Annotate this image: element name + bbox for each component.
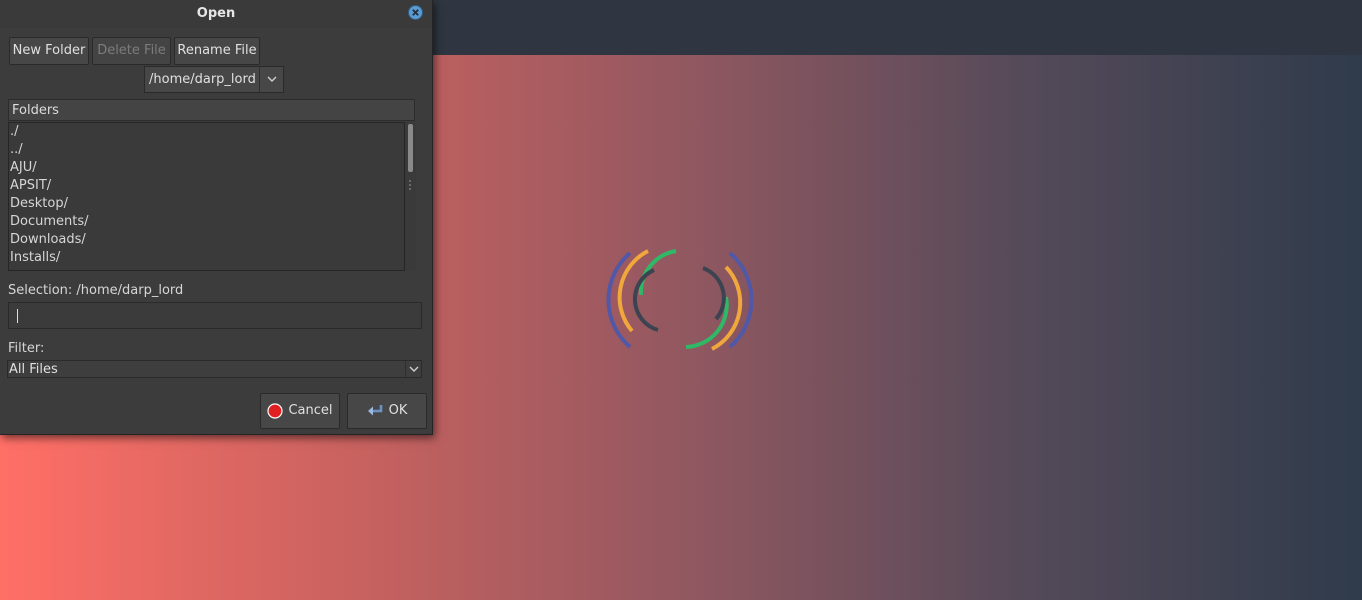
resize-grip-icon[interactable]: [409, 180, 412, 194]
spinner-arc-dark-left: [632, 268, 659, 332]
delete-file-button[interactable]: Delete File: [92, 37, 171, 65]
scrollbar-thumb[interactable]: [408, 124, 413, 172]
list-item[interactable]: Documents/: [9, 213, 404, 231]
list-item[interactable]: AJU/: [9, 159, 404, 177]
loading-spinner-icon: [606, 249, 754, 351]
path-value: /home/darp_lord: [149, 72, 256, 87]
folders-header-label: Folders: [12, 103, 59, 118]
list-item[interactable]: Downloads/: [9, 231, 404, 249]
stop-icon: [267, 403, 284, 419]
dialog-title: Open: [196, 6, 236, 21]
delete-file-label: Delete File: [97, 43, 166, 58]
text-caret: [17, 309, 18, 323]
selection-input[interactable]: [8, 302, 422, 329]
open-file-dialog: Open New Folder Delete File Rename File …: [0, 0, 433, 435]
folders-column-header[interactable]: Folders: [8, 99, 415, 121]
list-item[interactable]: ../: [9, 141, 404, 159]
ok-button[interactable]: OK: [347, 393, 427, 429]
filter-value: All Files: [9, 362, 58, 377]
filter-dropdown[interactable]: All Files: [7, 360, 422, 378]
list-item[interactable]: Installs/: [9, 249, 404, 267]
list-item[interactable]: Desktop/: [9, 195, 404, 213]
close-icon[interactable]: [408, 5, 423, 20]
folder-list-scrollbar[interactable]: [405, 122, 416, 271]
path-dropdown[interactable]: /home/darp_lord: [144, 66, 284, 93]
chevron-down-icon[interactable]: [405, 361, 422, 377]
enter-return-icon: [367, 405, 382, 416]
cancel-label: Cancel: [288, 403, 333, 418]
new-folder-label: New Folder: [12, 43, 86, 58]
spinner-arc-dark-right: [702, 266, 726, 321]
spinner-arc-green-bottom: [685, 296, 729, 349]
new-folder-button[interactable]: New Folder: [9, 37, 89, 65]
filter-label: Filter:: [8, 341, 45, 356]
rename-file-button[interactable]: Rename File: [174, 37, 260, 65]
rename-file-label: Rename File: [177, 43, 257, 58]
dialog-titlebar[interactable]: Open: [0, 0, 432, 28]
cancel-button[interactable]: Cancel: [260, 393, 340, 429]
list-item[interactable]: ./: [9, 123, 404, 141]
list-item[interactable]: APSIT/: [9, 177, 404, 195]
ok-label: OK: [388, 403, 408, 418]
folder-list[interactable]: ./ ../ AJU/ APSIT/ Desktop/ Documents/ D…: [8, 122, 405, 271]
chevron-down-icon[interactable]: [259, 67, 284, 92]
selection-label: Selection: /home/darp_lord: [8, 283, 184, 298]
